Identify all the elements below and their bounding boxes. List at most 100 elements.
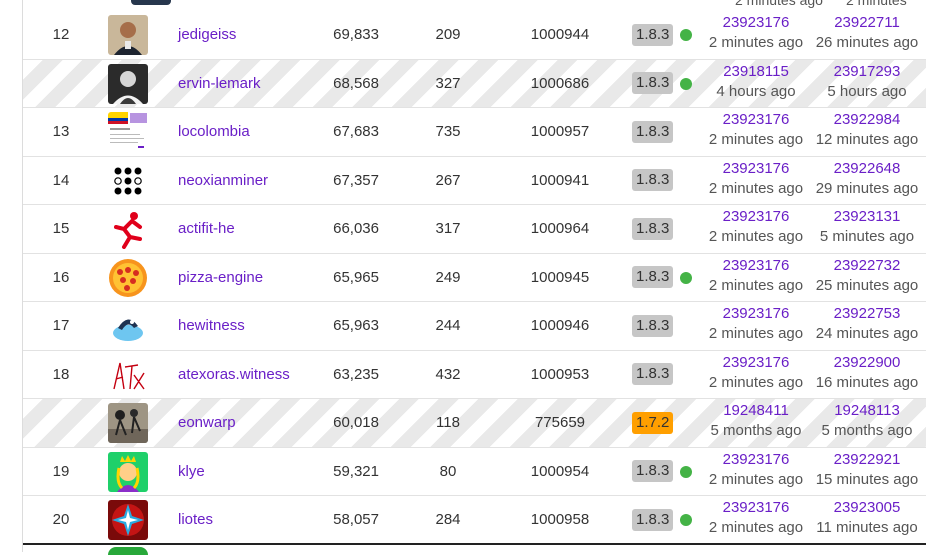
avatar[interactable] xyxy=(108,547,148,555)
version-cell: 1.8.3 xyxy=(632,157,674,205)
online-status-dot xyxy=(680,29,692,41)
last-block-link[interactable]: 23923176 xyxy=(701,498,811,518)
last-confirmed-link[interactable]: 23922711 xyxy=(812,13,922,33)
last-confirmed-ago: 29 minutes ago xyxy=(815,179,919,197)
last-block-ago: 2 minutes ago xyxy=(735,0,823,8)
table-row: 12 jedigeiss 69,833 209 1000944 1.8.3 23… xyxy=(23,11,926,60)
approval-votes: 58,057 xyxy=(333,511,379,529)
avatar[interactable] xyxy=(131,0,171,5)
rank: 18 xyxy=(52,365,70,383)
approval-votes: 63,235 xyxy=(333,365,379,383)
last-confirmed-link[interactable]: 19248113 xyxy=(812,401,922,421)
missed-blocks: 209 xyxy=(435,26,461,44)
missed-blocks: 735 xyxy=(435,123,461,141)
approval-votes: 67,683 xyxy=(333,123,379,141)
last-confirmed-ago: 5 hours ago xyxy=(827,82,907,100)
version-badge: 1.8.3 xyxy=(632,363,674,386)
block-number: 1000964 xyxy=(530,220,590,238)
table-row: 14 neoxianminer 67,357 267 1000941 1.8.3… xyxy=(23,156,926,205)
last-confirmed-link[interactable]: 23917293 xyxy=(812,62,922,82)
avatar[interactable] xyxy=(108,451,148,492)
last-block-link[interactable]: 23923176 xyxy=(701,207,811,227)
last-block-link[interactable]: 23923176 xyxy=(701,13,811,33)
missed-blocks: 244 xyxy=(435,317,461,335)
last-block-cell: 23923176 2 minutes ago xyxy=(701,353,811,393)
last-block-link[interactable]: 23923176 xyxy=(701,353,811,373)
rank: 17 xyxy=(52,317,70,335)
last-confirmed-link[interactable]: 23922648 xyxy=(812,159,922,179)
approval-votes: 59,321 xyxy=(333,462,379,480)
last-confirmed-ago: 16 minutes ago xyxy=(815,373,919,391)
rank: 12 xyxy=(52,26,70,44)
last-block-link[interactable]: 23923176 xyxy=(701,256,811,276)
avatar[interactable] xyxy=(108,257,148,298)
witness-name-link[interactable]: liotes xyxy=(178,496,213,544)
last-block-link[interactable]: 23923176 xyxy=(701,304,811,324)
block-number: 1000941 xyxy=(530,171,590,189)
avatar[interactable] xyxy=(108,500,148,540)
rank: 13 xyxy=(52,123,70,141)
block-number: 1000954 xyxy=(530,462,590,480)
online-status-dot xyxy=(680,271,692,284)
last-confirmed-cell: 23923005 11 minutes ago xyxy=(812,498,922,538)
last-block-link[interactable]: 23918115 xyxy=(701,62,811,82)
rank: 20 xyxy=(52,511,70,529)
avatar[interactable] xyxy=(108,354,148,395)
avatar[interactable] xyxy=(108,112,148,152)
online-status-dot xyxy=(680,514,692,526)
witness-name-link[interactable]: jedigeiss xyxy=(178,11,236,59)
last-confirmed-link[interactable]: 23923131 xyxy=(812,207,922,227)
last-confirmed-cell: 23922732 25 minutes ago xyxy=(812,256,922,296)
last-block-ago: 2 minutes ago xyxy=(708,34,804,51)
witness-name-link[interactable]: hewitness xyxy=(178,302,245,350)
witness-name-link[interactable]: locolombia xyxy=(178,108,250,156)
last-confirmed-link[interactable]: 23922921 xyxy=(812,450,922,470)
last-confirmed-link[interactable]: 23922732 xyxy=(812,256,922,276)
last-block-link[interactable]: 23923176 xyxy=(701,159,811,179)
block-number: 1000957 xyxy=(530,123,590,141)
witness-name-link[interactable]: pizza-engine xyxy=(178,254,263,302)
witness-name-link[interactable]: neoxianminer xyxy=(178,157,268,205)
last-confirmed-cell: 23922753 24 minutes ago xyxy=(812,304,922,344)
last-block-cell: 23923176 2 minutes ago xyxy=(701,159,811,199)
last-confirmed-link[interactable]: 23922753 xyxy=(812,304,922,324)
last-block-link[interactable]: 19248411 xyxy=(701,401,811,421)
last-confirmed-ago: 5 minutes ago xyxy=(819,228,915,245)
witness-name-link[interactable]: ervin-lemark xyxy=(178,60,261,108)
last-block-cell: 23923176 2 minutes ago xyxy=(701,207,811,247)
avatar[interactable] xyxy=(108,63,148,104)
avatar[interactable] xyxy=(108,403,148,443)
last-block-cell: 23923176 2 minutes ago xyxy=(701,256,811,296)
witness-name-link[interactable]: atexoras.witness xyxy=(178,351,290,399)
online-status-dot xyxy=(680,465,692,478)
block-number: 1000945 xyxy=(530,268,590,286)
last-block-ago: 5 months ago xyxy=(710,422,802,439)
version-cell: 1.8.3 xyxy=(632,60,674,108)
rank: 19 xyxy=(52,462,70,480)
missed-blocks: 284 xyxy=(435,511,461,529)
missed-blocks: 317 xyxy=(435,220,461,238)
block-number: 775659 xyxy=(534,414,586,432)
table-bottom-divider xyxy=(23,543,926,545)
table-row: 16 pizza-engine 65,965 249 1000945 1.8.3… xyxy=(23,253,926,302)
avatar[interactable] xyxy=(108,306,148,346)
last-confirmed-cell: 23922900 16 minutes ago xyxy=(812,353,922,393)
last-confirmed-ago: 11 minutes ago xyxy=(816,519,918,536)
avatar[interactable] xyxy=(108,15,148,55)
version-cell: 1.8.3 xyxy=(632,11,674,59)
last-block-link[interactable]: 23923176 xyxy=(701,450,811,470)
last-block-link[interactable]: 23923176 xyxy=(701,110,811,130)
last-confirmed-link[interactable]: 23922900 xyxy=(812,353,922,373)
witness-name-link[interactable]: klye xyxy=(178,448,205,496)
witness-name-link[interactable]: actifit-he xyxy=(178,205,235,253)
last-confirmed-link[interactable]: 23923005 xyxy=(812,498,922,518)
online-status-dot xyxy=(680,77,692,90)
avatar[interactable] xyxy=(108,209,148,249)
last-confirmed-ago: 24 minutes ago xyxy=(815,325,919,342)
block-number: 1000958 xyxy=(530,511,590,529)
avatar[interactable] xyxy=(108,160,148,201)
approval-votes: 65,965 xyxy=(333,268,379,286)
last-confirmed-link[interactable]: 23922984 xyxy=(812,110,922,130)
witness-name-link[interactable]: eonwarp xyxy=(178,399,236,447)
block-number: 1000686 xyxy=(530,74,590,92)
